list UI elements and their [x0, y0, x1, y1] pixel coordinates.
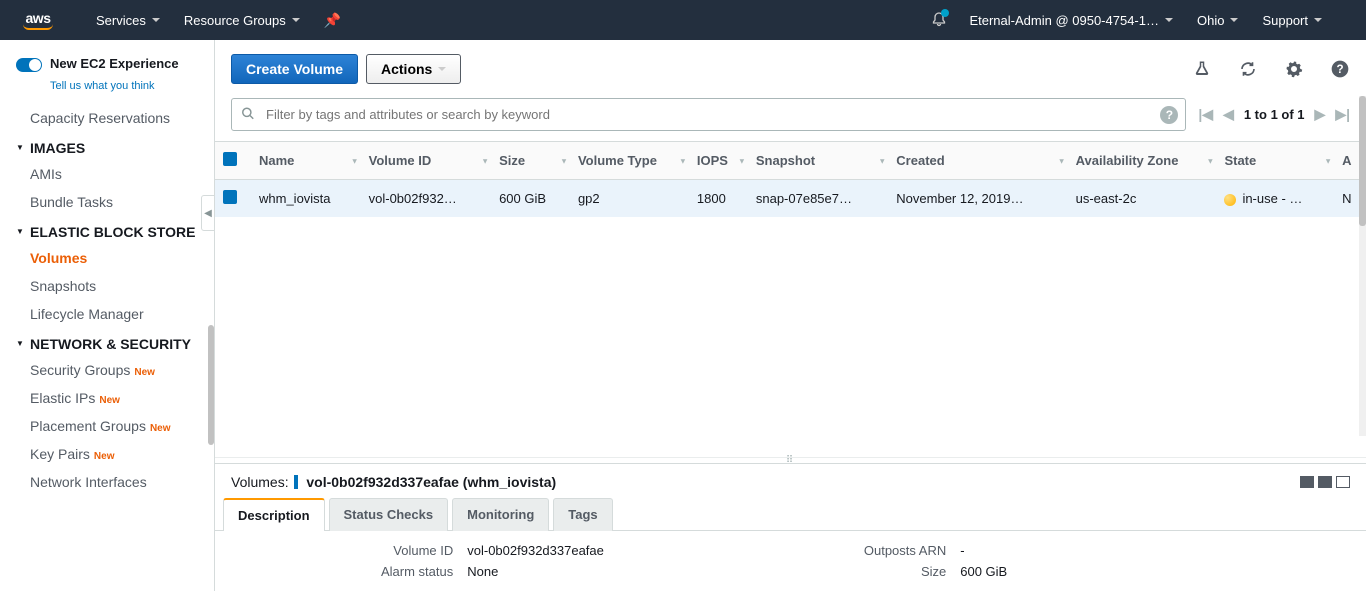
- kv-key-size: Size: [864, 564, 946, 579]
- sidebar: New EC2 Experience Tell us what you thin…: [0, 40, 215, 591]
- aws-logo[interactable]: aws: [20, 9, 56, 31]
- region-label: Ohio: [1197, 13, 1224, 28]
- state-icon: [1224, 194, 1236, 206]
- services-label: Services: [96, 13, 146, 28]
- search-help-icon[interactable]: ?: [1160, 106, 1178, 124]
- help-icon[interactable]: ?: [1330, 59, 1350, 79]
- sidebar-item-network-interfaces[interactable]: Network Interfaces: [0, 468, 214, 496]
- view-layout-2[interactable]: [1318, 476, 1332, 488]
- kv-key-outposts-arn: Outposts ARN: [864, 543, 946, 558]
- page-last-icon[interactable]: ▶|: [1335, 106, 1350, 123]
- experiment-icon[interactable]: [1192, 59, 1212, 79]
- cell-snapshot: snap-07e85e7…: [748, 180, 888, 218]
- sidebar-item-capacity-reservations[interactable]: Capacity Reservations: [0, 104, 214, 132]
- kv-key-alarm-status: Alarm status: [381, 564, 453, 579]
- account-label: Eternal-Admin @ 0950-4754-1…: [969, 13, 1159, 28]
- page-info: 1 to 1 of 1: [1244, 107, 1305, 122]
- detail-pane: Volumes: vol-0b02f932d337eafae (whm_iovi…: [215, 463, 1366, 591]
- chevron-left-icon: ◀: [204, 208, 212, 219]
- row-checkbox[interactable]: [223, 190, 237, 204]
- support-menu[interactable]: Support: [1262, 13, 1322, 28]
- col-created[interactable]: Created▾: [888, 142, 1067, 180]
- feedback-link[interactable]: Tell us what you think: [0, 80, 214, 104]
- volumes-table: Name▾ Volume ID▾ Size▾ Volume Type▾ IOPS…: [215, 141, 1366, 457]
- sidebar-scrollbar[interactable]: [208, 325, 214, 445]
- content-scrollbar[interactable]: [1359, 96, 1366, 436]
- view-layout-1[interactable]: [1300, 476, 1314, 488]
- col-volume-type[interactable]: Volume Type▾: [570, 142, 689, 180]
- cell-name: whm_iovista: [251, 180, 361, 218]
- sidebar-item-amis[interactable]: AMIs: [0, 160, 214, 188]
- col-iops[interactable]: IOPS▾: [689, 142, 748, 180]
- svg-text:?: ?: [1336, 63, 1343, 76]
- region-menu[interactable]: Ohio: [1197, 13, 1238, 28]
- actions-button[interactable]: Actions: [366, 54, 461, 84]
- kv-val-volume-id: vol-0b02f932d337eafae: [467, 543, 604, 558]
- cell-availability-zone: us-east-2c: [1068, 180, 1217, 218]
- detail-title: vol-0b02f932d337eafae (whm_iovista): [306, 474, 556, 490]
- state-bar-icon: [294, 475, 298, 489]
- page-prev-icon[interactable]: ◀: [1223, 106, 1234, 123]
- table-row[interactable]: whm_iovista vol-0b02f932… 600 GiB gp2 18…: [215, 180, 1366, 218]
- cell-size: 600 GiB: [491, 180, 570, 218]
- chevron-down-icon: [438, 67, 446, 71]
- sidebar-item-bundle-tasks[interactable]: Bundle Tasks: [0, 188, 214, 216]
- col-name[interactable]: Name▾: [251, 142, 361, 180]
- tab-tags[interactable]: Tags: [553, 498, 612, 531]
- kv-val-size: 600 GiB: [960, 564, 1007, 579]
- resource-groups-label: Resource Groups: [184, 13, 286, 28]
- refresh-icon[interactable]: [1238, 59, 1258, 79]
- new-experience-label: New EC2 Experience: [50, 56, 179, 71]
- pin-icon[interactable]: 📌: [324, 12, 341, 29]
- sidebar-item-key-pairs[interactable]: Key PairsNew: [0, 440, 214, 468]
- sidebar-item-volumes[interactable]: Volumes: [0, 244, 214, 272]
- kv-val-outposts-arn: -: [960, 543, 1007, 558]
- view-layout-3[interactable]: [1336, 476, 1350, 488]
- col-size[interactable]: Size▾: [491, 142, 570, 180]
- main-content: Create Volume Actions ?: [215, 40, 1366, 591]
- cell-volume-id: vol-0b02f932…: [361, 180, 491, 218]
- pagination: |◀ ◀ 1 to 1 of 1 ▶ ▶|: [1198, 106, 1350, 123]
- gear-icon[interactable]: [1284, 59, 1304, 79]
- cell-volume-type: gp2: [570, 180, 689, 218]
- sidebar-header-ebs[interactable]: Elastic Block Store: [0, 216, 214, 244]
- account-menu[interactable]: Eternal-Admin @ 0950-4754-1…: [969, 13, 1173, 28]
- search-input[interactable]: [231, 98, 1186, 131]
- cell-state: in-use - …: [1216, 180, 1334, 218]
- services-menu[interactable]: Services: [96, 13, 160, 28]
- sidebar-item-snapshots[interactable]: Snapshots: [0, 272, 214, 300]
- select-all-checkbox[interactable]: [223, 152, 237, 166]
- new-experience-toggle[interactable]: [16, 58, 42, 72]
- search-icon: [241, 106, 255, 123]
- actions-label: Actions: [381, 61, 432, 77]
- col-volume-id[interactable]: Volume ID▾: [361, 142, 491, 180]
- cell-iops: 1800: [689, 180, 748, 218]
- sidebar-item-lifecycle-manager[interactable]: Lifecycle Manager: [0, 300, 214, 328]
- notifications-icon[interactable]: [931, 11, 947, 30]
- sidebar-item-placement-groups[interactable]: Placement GroupsNew: [0, 412, 214, 440]
- kv-key-volume-id: Volume ID: [381, 543, 453, 558]
- create-volume-button[interactable]: Create Volume: [231, 54, 358, 84]
- tab-status-checks[interactable]: Status Checks: [329, 498, 449, 531]
- sidebar-header-network-security[interactable]: Network & Security: [0, 328, 214, 356]
- page-next-icon[interactable]: ▶: [1315, 106, 1326, 123]
- kv-val-alarm-status: None: [467, 564, 604, 579]
- col-state[interactable]: State▾: [1216, 142, 1334, 180]
- top-navigation: aws Services Resource Groups 📌 Eternal-A…: [0, 0, 1366, 40]
- detail-label: Volumes:: [231, 474, 289, 490]
- resource-groups-menu[interactable]: Resource Groups: [184, 13, 300, 28]
- page-first-icon[interactable]: |◀: [1198, 106, 1213, 123]
- col-availability-zone[interactable]: Availability Zone▾: [1068, 142, 1217, 180]
- cell-created: November 12, 2019…: [888, 180, 1067, 218]
- sidebar-item-elastic-ips[interactable]: Elastic IPsNew: [0, 384, 214, 412]
- tab-monitoring[interactable]: Monitoring: [452, 498, 549, 531]
- sidebar-header-images[interactable]: Images: [0, 132, 214, 160]
- col-snapshot[interactable]: Snapshot▾: [748, 142, 888, 180]
- tab-description[interactable]: Description: [223, 498, 325, 531]
- sidebar-item-security-groups[interactable]: Security GroupsNew: [0, 356, 214, 384]
- support-label: Support: [1262, 13, 1308, 28]
- sidebar-collapse-handle[interactable]: ◀: [201, 195, 215, 231]
